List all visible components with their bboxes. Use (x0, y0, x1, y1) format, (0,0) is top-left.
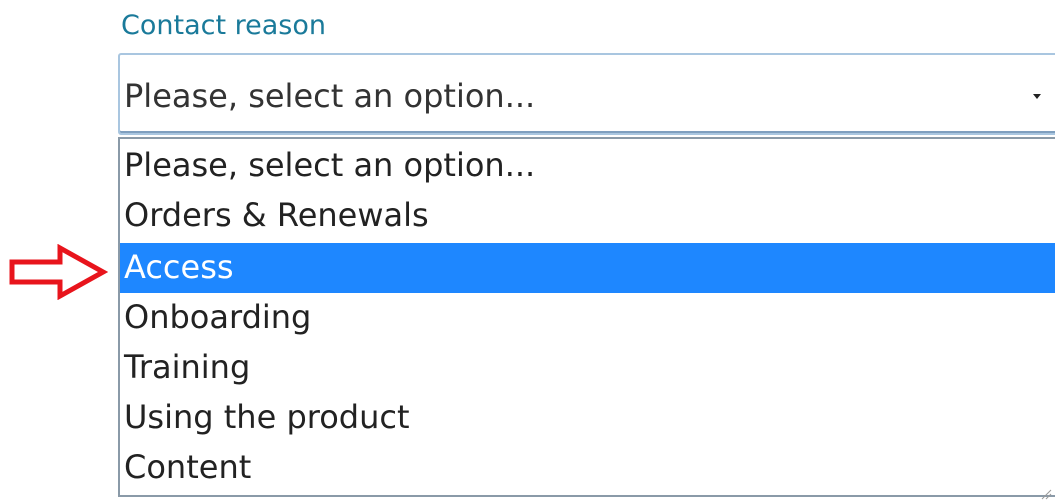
contact-reason-select[interactable]: Please, select an option... (118, 53, 1055, 135)
option-placeholder[interactable]: Please, select an option... (120, 141, 1055, 191)
caret-down-icon (1033, 94, 1041, 99)
contact-reason-label: Contact reason (121, 10, 326, 41)
red-arrow-right-icon (9, 244, 108, 300)
option-orders-renewals[interactable]: Orders & Renewals (120, 191, 1055, 241)
resize-grip-icon[interactable] (1040, 488, 1052, 500)
select-current-value: Please, select an option... (124, 77, 536, 115)
option-onboarding[interactable]: Onboarding (120, 293, 1055, 343)
option-access[interactable]: Access (120, 243, 1055, 293)
option-training[interactable]: Training (120, 343, 1055, 393)
contact-reason-options-list: Please, select an option... Orders & Ren… (118, 137, 1055, 497)
option-using-the-product[interactable]: Using the product (120, 393, 1055, 443)
option-content[interactable]: Content (120, 443, 1055, 493)
